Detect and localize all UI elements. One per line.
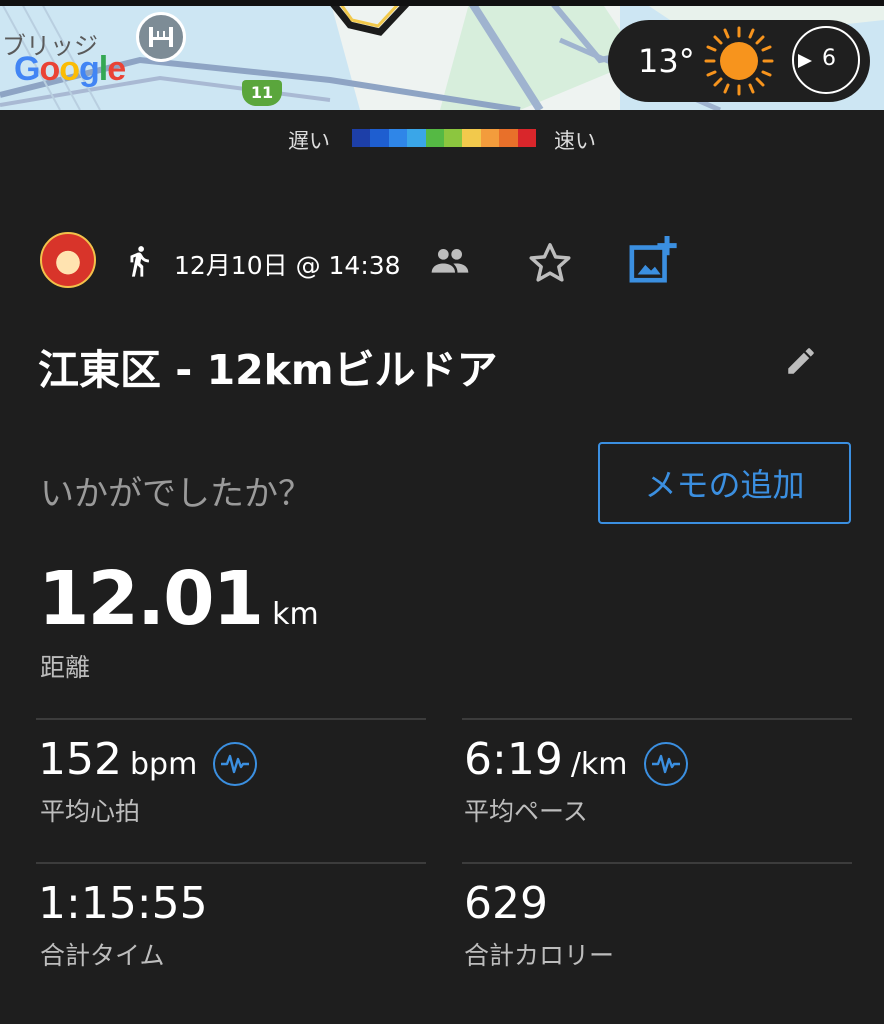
pace-color-segment — [388, 129, 408, 147]
divider — [462, 862, 852, 864]
pace-color-segment — [425, 129, 445, 147]
activity-header: 12月10日 @ 14:38 — [0, 232, 884, 292]
heart-rate-label: 平均心拍 — [40, 797, 141, 826]
distance-stat: 12.01 km — [38, 556, 319, 642]
route-number-badge: 11 — [242, 80, 282, 106]
pace-color-segment — [370, 129, 389, 147]
pace-color-segment — [352, 129, 371, 147]
activity-date: 12月10日 @ 14:38 — [174, 251, 401, 280]
distance-value: 12.01 — [38, 556, 264, 642]
divider — [36, 862, 426, 864]
wind-speed: 6 — [822, 46, 836, 71]
heart-rate-value: 152 — [38, 734, 122, 785]
heart-rate-unit: bpm — [129, 747, 198, 782]
calories-stat: 629 — [464, 878, 548, 929]
pace-color-segment — [444, 129, 463, 147]
pace-color-segment — [517, 129, 537, 147]
feedback-question: いかがでしたか？ — [40, 474, 312, 514]
sun-icon — [704, 26, 774, 96]
bridge-pin-icon[interactable] — [136, 12, 186, 62]
edit-icon[interactable] — [784, 344, 818, 378]
distance-label: 距離 — [40, 653, 91, 682]
pace-legend: 遅い 速い — [0, 125, 884, 153]
pace-unit: /km — [570, 747, 628, 782]
divider — [36, 718, 426, 720]
temperature: 13° — [638, 42, 695, 80]
pace-color-segment — [480, 129, 500, 147]
divider — [462, 718, 852, 720]
map-preview[interactable]: ブリッジ Google 11 13° 6 — [0, 0, 884, 110]
running-icon — [130, 246, 149, 277]
star-icon[interactable] — [526, 240, 574, 286]
pace-color-bar — [352, 129, 537, 147]
wind-indicator: 6 — [792, 26, 860, 94]
activity-title: 江東区 - 12kmビルドア — [38, 346, 498, 394]
pace-color-segment — [407, 129, 426, 147]
calories-label: 合計カロリー — [464, 941, 615, 970]
google-logo: Google — [14, 50, 126, 88]
weather-pill: 13° 6 — [608, 20, 870, 102]
add-photo-icon[interactable] — [628, 236, 678, 286]
pace-legend-fast: 速い — [554, 129, 596, 153]
calories-value: 629 — [464, 878, 548, 929]
pace-color-segment — [499, 129, 518, 147]
avatar[interactable] — [40, 232, 96, 288]
heart-rate-chart-icon[interactable] — [213, 741, 258, 786]
time-label: 合計タイム — [40, 941, 165, 970]
time-stat: 1:15:55 — [38, 878, 208, 929]
pace-label: 平均ペース — [464, 797, 588, 826]
heart-rate-stat: 152 bpm — [38, 734, 258, 792]
distance-unit: km — [272, 597, 319, 632]
pace-stat: 6:19/km — [464, 734, 688, 792]
wind-direction-icon — [798, 54, 812, 68]
pace-value: 6:19 — [464, 734, 563, 785]
people-icon[interactable] — [430, 246, 470, 276]
pace-legend-slow: 遅い — [288, 129, 330, 153]
pace-chart-icon[interactable] — [643, 741, 688, 786]
add-memo-button[interactable]: メモの追加 — [598, 442, 851, 524]
time-value: 1:15:55 — [38, 878, 208, 929]
pace-color-segment — [462, 129, 481, 147]
